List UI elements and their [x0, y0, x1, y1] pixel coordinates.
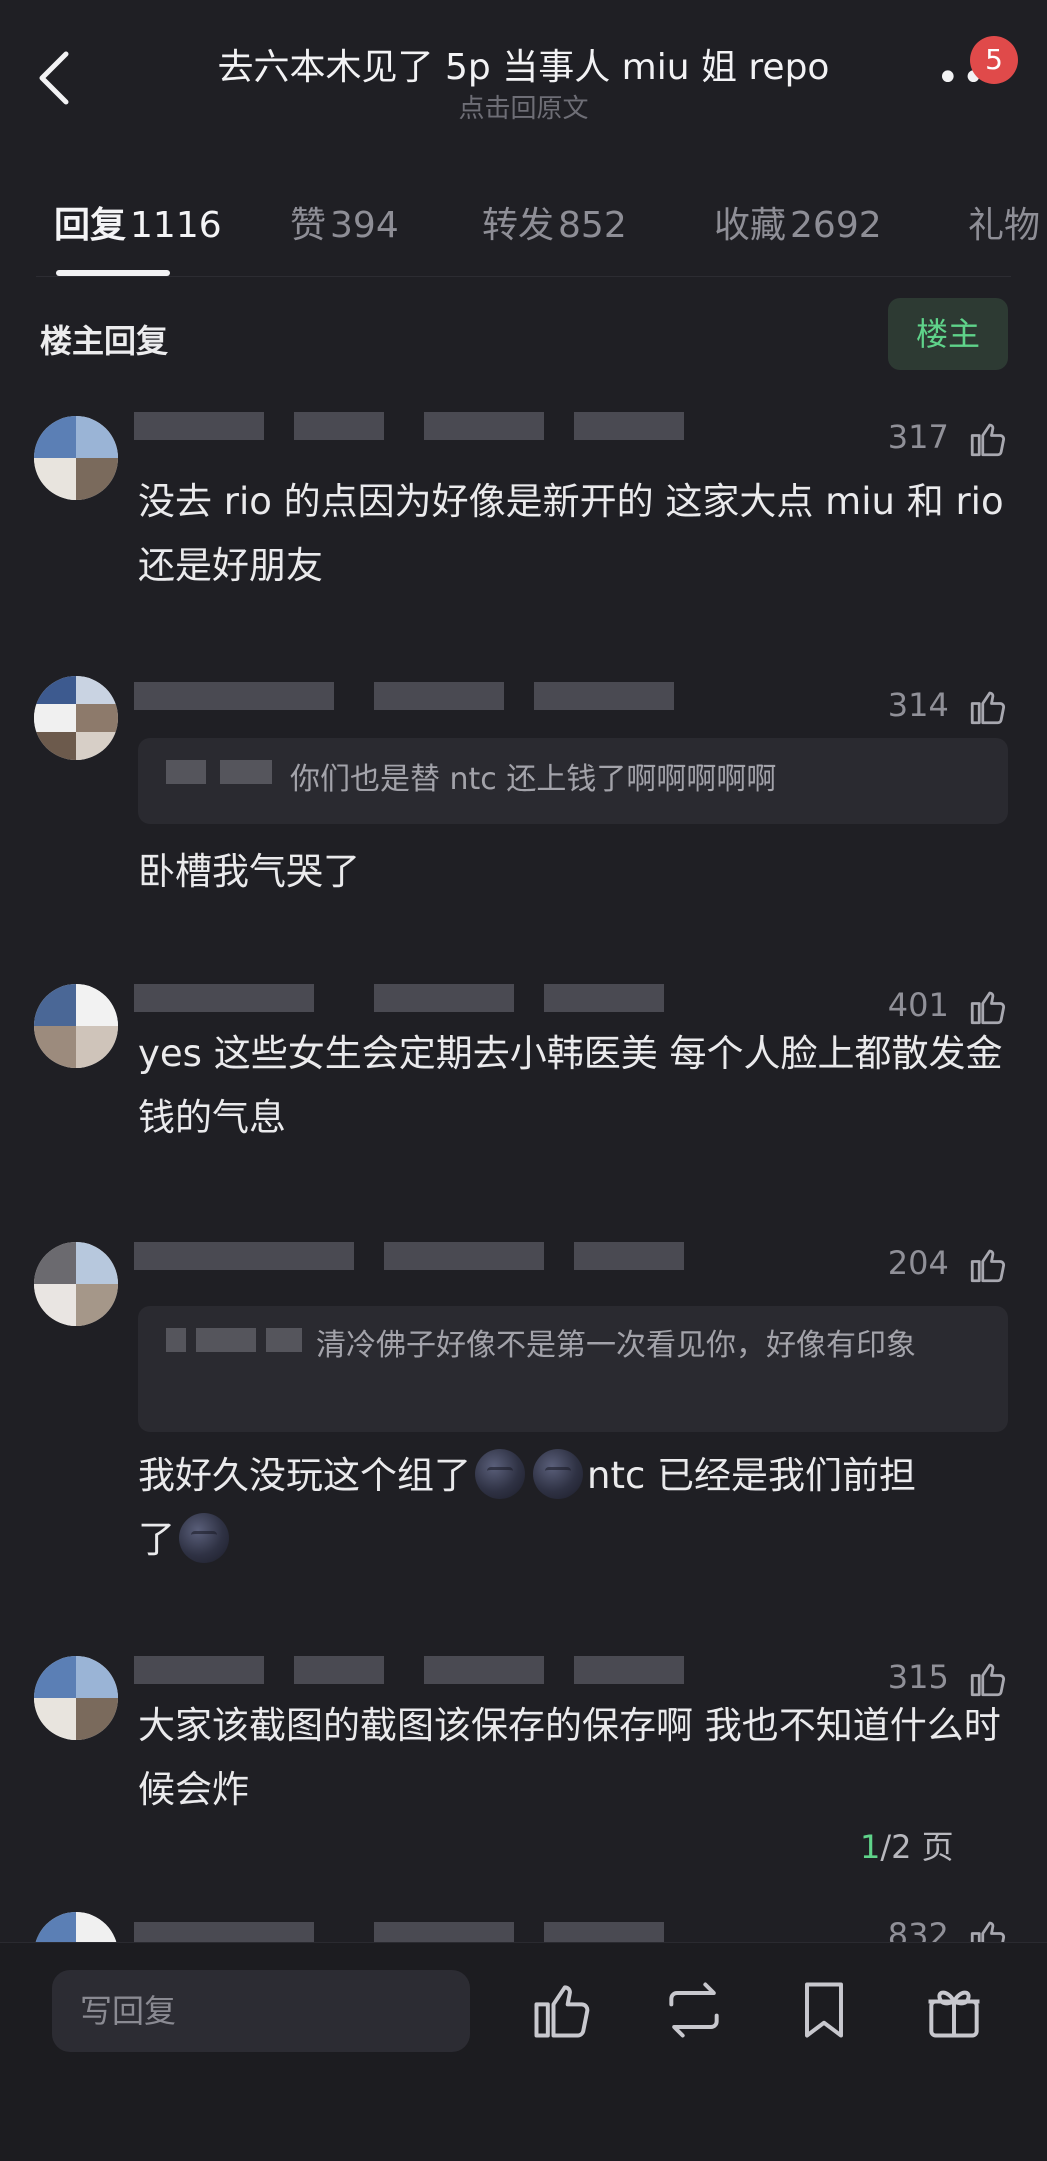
comment-text: 大家该截图的截图该保存的保存啊 我也不知道什么时候会炸 — [138, 1704, 1001, 1811]
tab-label: 收藏 — [714, 205, 787, 246]
like-count: 314 — [887, 686, 949, 724]
section-title: 楼主回复 — [40, 322, 169, 360]
tab-label: 赞 — [290, 205, 327, 246]
tab-label: 礼物 — [968, 205, 1041, 246]
tab-label: 回复 — [54, 205, 127, 246]
page-indicator[interactable]: 1/2 页 — [860, 1822, 954, 1868]
avatar[interactable] — [34, 676, 118, 760]
like-button[interactable]: 204 — [888, 1244, 1009, 1286]
notification-badge: 5 — [970, 36, 1018, 84]
avatar[interactable] — [34, 1242, 118, 1326]
tab-reposts[interactable]: 转发 852 — [482, 196, 627, 248]
comment-text-part: ntc 已经是我们前担 — [587, 1454, 917, 1497]
thumb-up-icon — [534, 1985, 590, 2038]
comment-text: 我好久没玩这个组了 ntc 已经是我们前担了 — [138, 1444, 1018, 1572]
like-button[interactable]: 314 — [888, 686, 1009, 728]
username-blurred[interactable] — [134, 1242, 694, 1272]
tab-count: 394 — [330, 205, 399, 246]
tab-count: 2692 — [790, 205, 882, 246]
like-count: 401 — [887, 986, 949, 1024]
bookmark-icon — [805, 1982, 843, 2038]
comment-text-part: 了 — [138, 1518, 175, 1561]
username-blurred[interactable] — [134, 984, 694, 1014]
like-count: 832 — [887, 1916, 949, 1942]
avatar[interactable] — [34, 1656, 118, 1740]
reply-input[interactable]: 写回复 — [52, 1970, 470, 2052]
tab-favorites[interactable]: 收藏 2692 — [714, 196, 882, 248]
gift-icon — [928, 1990, 980, 2038]
comment-text: 卧槽我气哭了 — [138, 850, 360, 893]
moon-emoji — [475, 1448, 525, 1499]
moon-emoji — [179, 1512, 229, 1563]
comment-item: 832 — [0, 1908, 1047, 1942]
quoted-text: 你们也是替 ntc 还上钱了啊啊啊啊啊 — [290, 762, 777, 797]
back-to-original-link[interactable]: 点击回原文 — [0, 88, 1047, 125]
quoted-reply[interactable]: 你们也是替 ntc 还上钱了啊啊啊啊啊 — [138, 738, 1008, 824]
tab-count: 852 — [558, 205, 627, 246]
thumb-up-icon — [970, 1249, 1005, 1283]
like-count: 317 — [887, 418, 949, 456]
tab-gifts[interactable]: 礼物 — [968, 196, 1040, 248]
comment-text: 没去 rio 的点因为好像是新开的 这家大点 miu 和 rio 还是好朋友 — [138, 480, 1004, 587]
quoted-username-blurred — [166, 760, 276, 784]
quoted-reply[interactable]: 清冷佛子好像不是第一次看见你，好像有印象 — [138, 1306, 1008, 1432]
like-count: 315 — [887, 1658, 949, 1696]
tab-likes[interactable]: 赞 394 — [290, 196, 399, 248]
op-only-toggle[interactable]: 楼主 — [888, 298, 1008, 370]
repost-button[interactable] — [660, 1976, 728, 2044]
tab-count: 1116 — [130, 205, 222, 246]
avatar[interactable] — [34, 416, 118, 500]
thumb-up-icon — [970, 691, 1005, 725]
tab-replies[interactable]: 回复 1116 — [54, 196, 222, 248]
comment-text: yes 这些女生会定期去小韩医美 每个人脸上都散发金钱的气息 — [138, 1032, 1003, 1139]
quoted-text: 清冷佛子好像不是第一次看见你，好像有印象 — [316, 1328, 916, 1363]
tab-bar: 回复 1116 赞 394 转发 852 收藏 2692 礼物 — [0, 196, 1047, 256]
username-blurred[interactable] — [134, 1656, 694, 1686]
avatar[interactable] — [34, 1912, 118, 1942]
thumb-up-icon — [970, 423, 1005, 457]
username-blurred[interactable] — [134, 682, 694, 712]
username-blurred[interactable] — [134, 1922, 694, 1942]
like-post-button[interactable] — [528, 1976, 596, 2044]
moon-emoji — [533, 1448, 583, 1499]
bookmark-button[interactable] — [790, 1976, 858, 2044]
comment-text-part: 我好久没玩这个组了 — [138, 1454, 471, 1497]
divider — [36, 276, 1011, 277]
current-page: 1 — [860, 1828, 881, 1866]
tab-label: 转发 — [482, 205, 555, 246]
total-pages: /2 页 — [880, 1828, 954, 1866]
page-title[interactable]: 去六本木见了 5p 当事人 miu 姐 repo — [0, 38, 1047, 90]
repost-icon — [669, 1982, 719, 2038]
avatar[interactable] — [34, 984, 118, 1068]
like-button[interactable]: 317 — [888, 418, 1009, 460]
like-count: 204 — [887, 1244, 949, 1282]
thumb-up-icon — [970, 1921, 1005, 1942]
gift-button[interactable] — [920, 1976, 988, 2044]
like-button[interactable]: 832 — [888, 1916, 1009, 1942]
username-blurred[interactable] — [134, 412, 694, 442]
